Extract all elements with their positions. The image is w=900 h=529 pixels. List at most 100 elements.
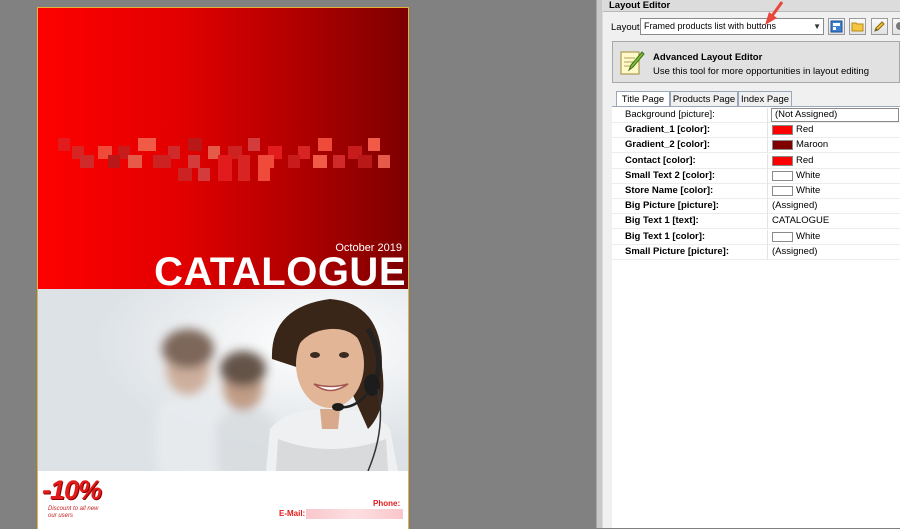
mosaic-cell xyxy=(313,155,327,168)
tools-button[interactable] xyxy=(892,18,900,35)
column-separator xyxy=(767,184,768,199)
layout-label: Layout xyxy=(611,22,640,33)
mosaic-cell xyxy=(153,155,171,168)
mosaic-cell xyxy=(258,168,270,181)
column-separator xyxy=(767,153,768,169)
property-name: Small Text 2 [color]: xyxy=(625,169,716,181)
property-grid: Background [picture]: (Not Assigned) Gradi… xyxy=(612,106,900,528)
column-separator xyxy=(767,168,768,184)
property-name: Background [picture]: xyxy=(625,109,715,120)
mosaic-cell xyxy=(80,155,94,168)
annotation-arrow-icon xyxy=(765,1,784,25)
preview-canvas: October 2019 CATALOGUE -10% Discount to … xyxy=(0,0,596,529)
property-name: Big Text 1 [text]: xyxy=(625,215,699,227)
tools-icon xyxy=(896,22,900,30)
column-separator xyxy=(767,108,768,123)
open-layout-button[interactable] xyxy=(849,18,866,35)
property-name: Big Text 1 [color]: xyxy=(625,230,706,242)
color-swatch[interactable] xyxy=(772,125,793,136)
property-row[interactable]: Big Text 1 [color]: White xyxy=(612,229,900,245)
advanced-editor-icon xyxy=(620,51,645,75)
tab-index-page[interactable]: Index Page xyxy=(738,91,792,106)
mosaic-cell xyxy=(58,138,70,151)
mosaic-cell xyxy=(318,138,332,151)
property-value[interactable]: White xyxy=(796,170,820,181)
property-name: Big Picture [picture]: xyxy=(625,200,719,212)
property-name: Contact [color]: xyxy=(625,154,696,166)
layout-select[interactable]: Framed products list with buttons ▼ xyxy=(640,18,824,35)
advanced-layout-editor-button[interactable]: Advanced Layout Editor Use this tool for… xyxy=(612,41,900,83)
property-name: Gradient_2 [color]: xyxy=(625,139,710,151)
mosaic-cell xyxy=(238,168,250,181)
catalogue-title-page[interactable]: October 2019 CATALOGUE -10% Discount to … xyxy=(37,7,409,529)
property-row[interactable]: Small Text 2 [color]: White xyxy=(612,168,900,184)
phone-label: Phone: xyxy=(373,499,401,508)
property-value[interactable]: CATALOGUE xyxy=(772,215,829,226)
tab-products-page[interactable]: Products Page xyxy=(670,91,738,106)
property-value[interactable]: (Not Assigned) xyxy=(771,108,899,122)
property-row[interactable]: Big Picture [picture]: (Assigned) xyxy=(612,199,900,215)
gradient-header: October 2019 CATALOGUE xyxy=(38,8,408,294)
property-name: Small Picture [picture]: xyxy=(625,245,729,257)
mosaic-cell xyxy=(218,168,232,181)
chevron-down-icon[interactable]: ▼ xyxy=(813,19,821,34)
layout-preview-button[interactable] xyxy=(828,18,845,35)
property-value[interactable]: Red xyxy=(796,124,813,135)
discount-subtext: Discount to all new our users xyxy=(48,506,99,519)
color-swatch[interactable] xyxy=(772,231,793,242)
property-row[interactable]: Background [picture]: (Not Assigned) xyxy=(612,108,900,123)
mosaic-cell xyxy=(258,155,274,168)
folder-open-icon xyxy=(851,22,864,32)
column-separator xyxy=(767,138,768,154)
property-row[interactable]: Gradient_1 [color]: Red xyxy=(612,123,900,139)
property-row[interactable]: Store Name [color]: White xyxy=(612,184,900,199)
property-value[interactable]: (Assigned) xyxy=(772,200,817,211)
mosaic-cell xyxy=(108,155,120,168)
color-swatch[interactable] xyxy=(772,170,793,181)
mosaic-cell xyxy=(218,155,232,168)
property-name: Gradient_1 [color]: xyxy=(625,124,710,136)
big-picture xyxy=(38,289,408,471)
mosaic-cell xyxy=(188,155,200,168)
tab-title-page[interactable]: Title Page xyxy=(616,91,670,107)
panel-title: Layout Editor xyxy=(603,0,900,12)
mosaic-cell xyxy=(248,138,260,151)
splitter[interactable] xyxy=(596,0,603,528)
column-separator xyxy=(767,214,768,230)
color-swatch[interactable] xyxy=(772,186,793,196)
discount-badge: -10% Discount to all new our users xyxy=(42,475,102,523)
layout-editor-panel: Layout Editor Layout Framed products lis… xyxy=(603,0,900,528)
property-row[interactable]: Contact [color]: Red xyxy=(612,153,900,169)
layout-preview-icon xyxy=(830,20,843,33)
property-value[interactable]: White xyxy=(796,231,820,242)
column-separator xyxy=(767,229,768,245)
mosaic-cell xyxy=(378,155,390,168)
mosaic-cell xyxy=(138,138,156,151)
mosaic-cell xyxy=(128,155,142,168)
edit-layout-button[interactable] xyxy=(871,18,888,35)
property-row[interactable]: Big Text 1 [text]: CATALOGUE xyxy=(612,214,900,230)
column-separator xyxy=(767,244,768,260)
property-row[interactable]: Gradient_2 [color]: Maroon xyxy=(612,138,900,154)
email-label: E-Mail: xyxy=(279,509,306,518)
mosaic-cell xyxy=(178,168,192,181)
email-value-redacted xyxy=(306,509,403,519)
contact-footer: -10% Discount to all new our users Phone… xyxy=(38,471,408,529)
discount-percent: -10% xyxy=(42,475,102,505)
store-name-pixelated xyxy=(58,138,393,188)
color-swatch[interactable] xyxy=(772,140,793,151)
mosaic-cell xyxy=(333,155,345,168)
mosaic-cell xyxy=(368,138,380,151)
mosaic-cell xyxy=(238,155,250,168)
property-value[interactable]: (Assigned) xyxy=(772,246,817,257)
column-separator xyxy=(767,123,768,139)
mosaic-cell xyxy=(288,155,300,168)
layout-select-value: Framed products list with buttons xyxy=(644,21,777,31)
property-value[interactable]: Red xyxy=(796,155,813,166)
property-value[interactable]: White xyxy=(796,185,820,196)
call-center-photo xyxy=(38,289,408,471)
property-row[interactable]: Small Picture [picture]: (Assigned) xyxy=(612,244,900,260)
mosaic-cell xyxy=(358,155,372,168)
color-swatch[interactable] xyxy=(772,155,793,166)
property-value[interactable]: Maroon xyxy=(796,139,828,150)
